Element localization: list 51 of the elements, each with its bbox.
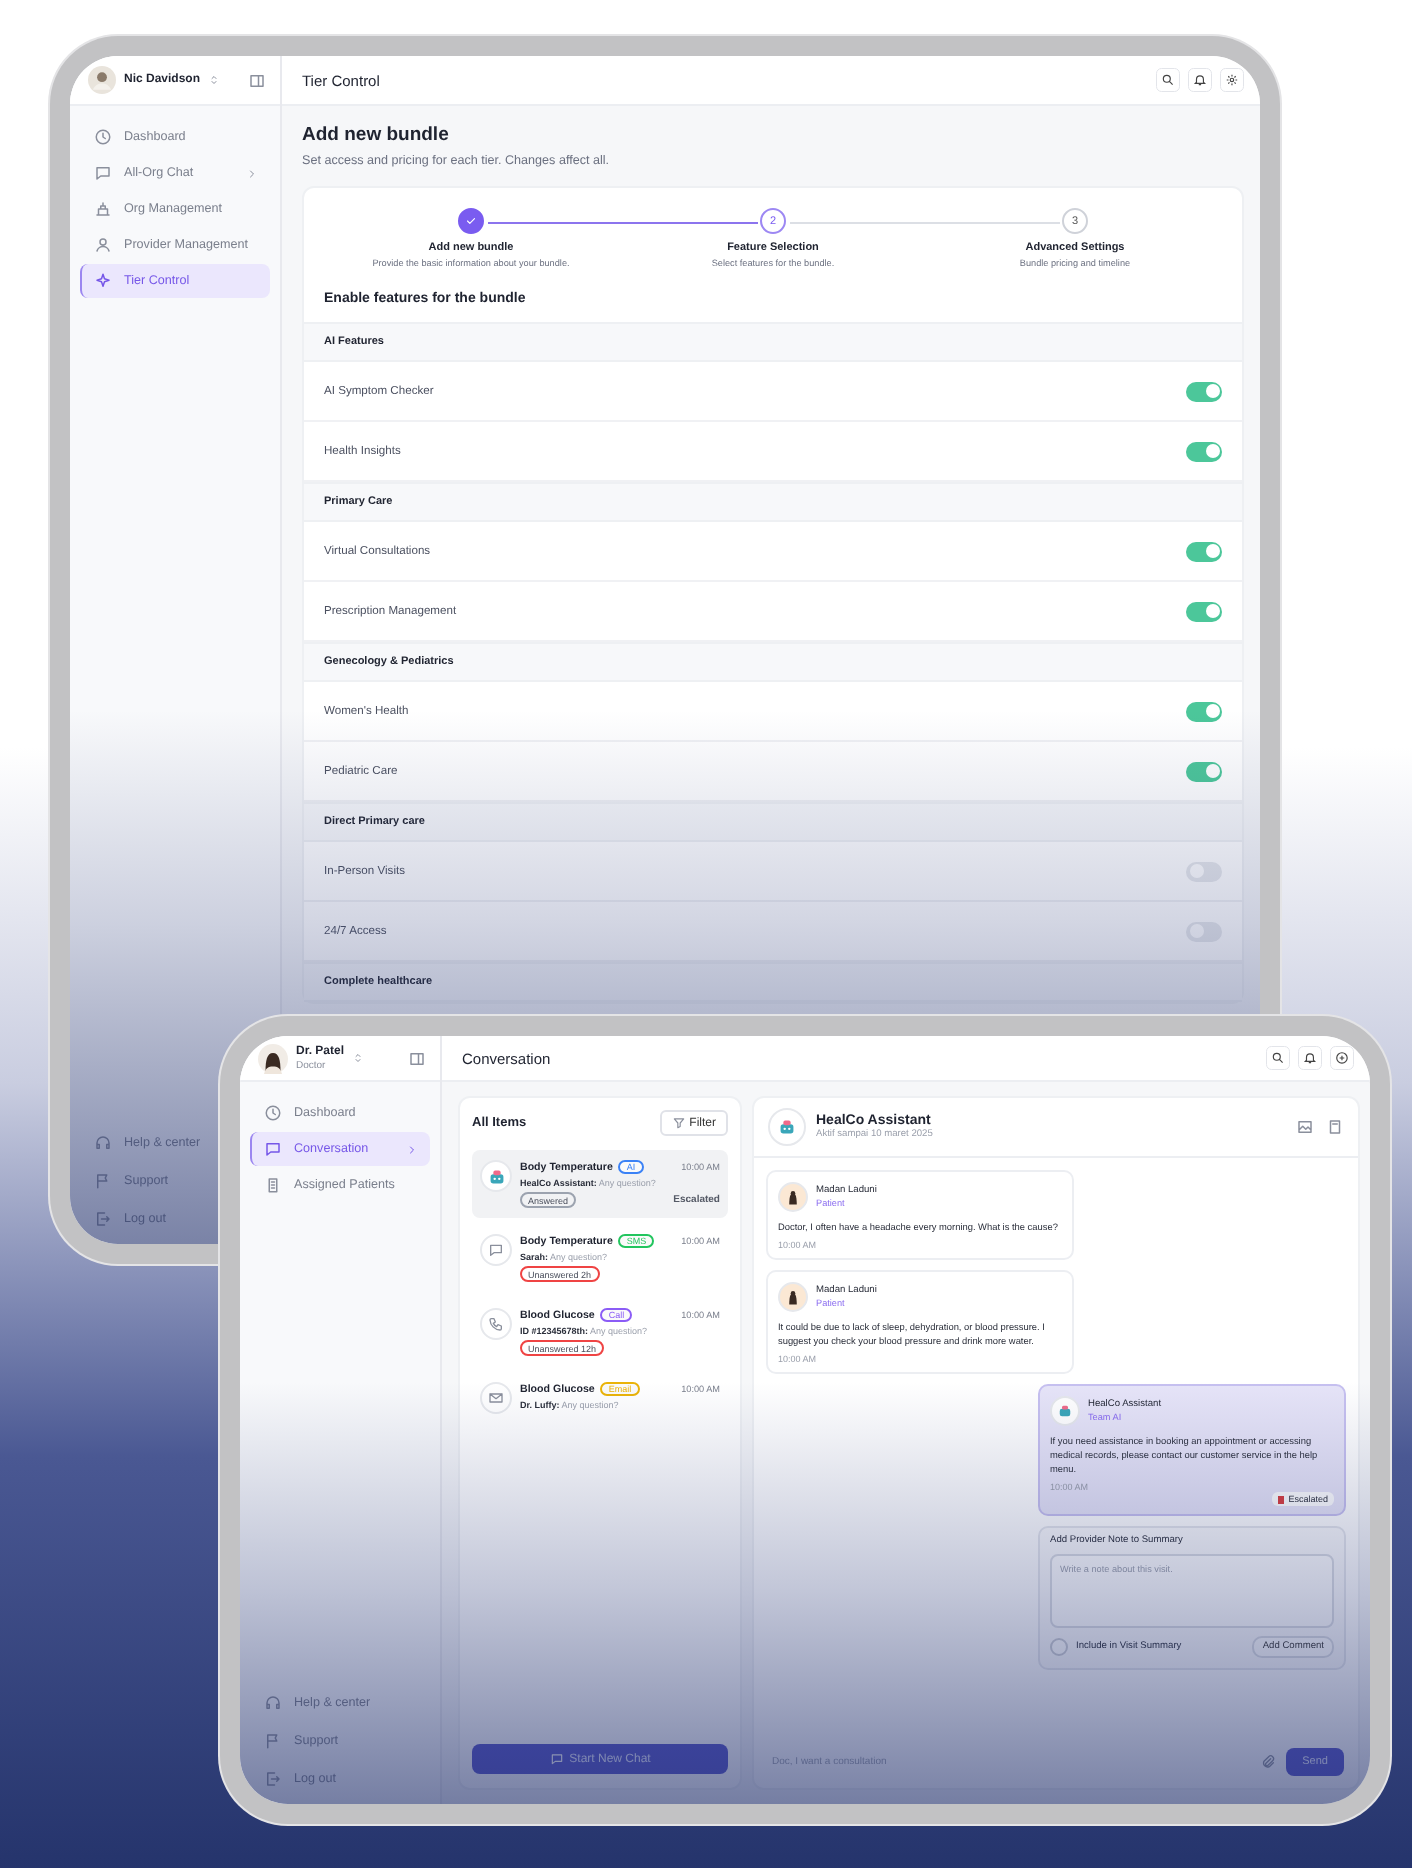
paperclip-icon[interactable] bbox=[1260, 1754, 1277, 1770]
clipboard-icon bbox=[264, 1176, 282, 1194]
sidebar-toggle-icon[interactable] bbox=[248, 71, 266, 89]
book-icon[interactable] bbox=[1326, 1118, 1344, 1136]
headset-icon bbox=[264, 1694, 282, 1712]
chat-icon bbox=[94, 164, 112, 182]
person-figure-icon bbox=[784, 1288, 802, 1307]
toggle-switch[interactable] bbox=[1186, 441, 1222, 461]
toggle-switch[interactable] bbox=[1186, 601, 1222, 621]
chevron-updown-icon[interactable] bbox=[208, 74, 221, 86]
headset-icon bbox=[94, 1134, 112, 1152]
toggle-switch[interactable] bbox=[1186, 761, 1222, 781]
avatar bbox=[258, 1043, 288, 1073]
person-figure-icon bbox=[784, 1188, 802, 1206]
check-icon bbox=[464, 214, 478, 228]
avatar bbox=[88, 66, 116, 94]
flag-icon bbox=[264, 1732, 282, 1750]
toggle-switch[interactable] bbox=[1186, 381, 1222, 401]
toggle-switch[interactable] bbox=[1186, 541, 1222, 561]
checkbox[interactable] bbox=[1050, 1638, 1068, 1657]
toggle-switch[interactable] bbox=[1186, 701, 1222, 721]
toggle-switch[interactable] bbox=[1186, 861, 1222, 881]
clock-icon bbox=[264, 1104, 282, 1122]
chat-icon bbox=[549, 1752, 564, 1766]
chat-icon bbox=[488, 1242, 504, 1258]
step-indicator[interactable] bbox=[458, 208, 484, 234]
filter-icon bbox=[671, 1116, 686, 1130]
settings-icon[interactable] bbox=[1220, 68, 1244, 92]
search-icon[interactable] bbox=[1156, 68, 1180, 92]
bell-icon[interactable] bbox=[1298, 1046, 1322, 1070]
toggle-switch[interactable] bbox=[1186, 921, 1222, 941]
flag-icon bbox=[1278, 1495, 1285, 1504]
chevron-updown-icon[interactable] bbox=[352, 1052, 365, 1064]
bell-icon[interactable] bbox=[1188, 68, 1212, 92]
image-icon[interactable] bbox=[1296, 1118, 1314, 1136]
robot-icon bbox=[776, 1116, 798, 1138]
mail-icon bbox=[488, 1390, 504, 1406]
logout-icon bbox=[94, 1210, 112, 1228]
logout-icon bbox=[264, 1770, 282, 1788]
building-icon bbox=[94, 200, 112, 218]
chat-icon bbox=[264, 1140, 282, 1158]
person-icon bbox=[94, 236, 112, 254]
phone-icon bbox=[488, 1316, 504, 1332]
robot-icon bbox=[1056, 1402, 1074, 1421]
sparkle-icon bbox=[94, 272, 112, 290]
search-icon[interactable] bbox=[1266, 1046, 1290, 1070]
add-icon[interactable] bbox=[1330, 1046, 1354, 1070]
page-title: Add new bundle bbox=[302, 124, 451, 146]
sidebar-toggle-icon[interactable] bbox=[408, 1049, 426, 1067]
flag-icon bbox=[94, 1172, 112, 1190]
clock-icon bbox=[94, 128, 112, 146]
